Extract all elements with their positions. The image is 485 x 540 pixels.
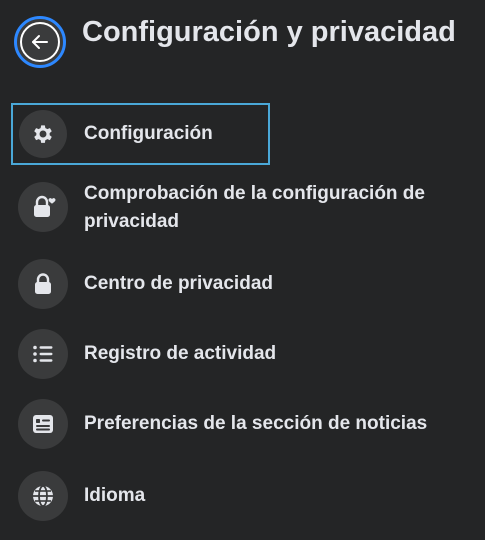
icon-circle: [19, 110, 67, 158]
settings-privacy-panel: Configuración y privacidad Configuración…: [0, 0, 485, 540]
back-button-ring: [20, 22, 60, 62]
menu-item-label: Registro de actividad: [84, 343, 277, 364]
lock-icon: [35, 273, 51, 294]
back-button[interactable]: [14, 16, 66, 68]
menu-item-privacy-checkup[interactable]: Comprobación de la configuración de priv…: [0, 174, 485, 238]
menu-item-news-feed-preferences[interactable]: Preferencias de la sección de noticias: [0, 398, 485, 450]
news-feed-icon: [33, 415, 53, 433]
menu-item-language[interactable]: Idioma: [0, 470, 485, 522]
icon-circle: [18, 471, 68, 521]
icon-circle: [18, 182, 68, 232]
icon-circle: [18, 399, 68, 449]
page-title: Configuración y privacidad: [82, 16, 456, 48]
menu-item-label: Preferencias de la sección de noticias: [84, 413, 428, 434]
menu-item-privacy-center[interactable]: Centro de privacidad: [0, 258, 485, 310]
menu-item-label: Comprobación de la configuración de priv…: [84, 183, 425, 232]
header: Configuración y privacidad: [0, 0, 485, 100]
icon-circle: [18, 259, 68, 309]
menu-item-label: Configuración: [84, 123, 213, 144]
globe-icon: [33, 485, 53, 507]
menu-item-configuracion[interactable]: Configuración: [0, 108, 485, 160]
menu-item-label: Centro de privacidad: [84, 273, 273, 294]
lock-heart-icon: [34, 195, 56, 217]
arrow-left-icon: [32, 35, 48, 49]
gear-icon: [34, 125, 52, 143]
list-icon: [33, 345, 53, 363]
menu-item-label: Idioma: [84, 485, 146, 506]
icon-circle: [18, 329, 68, 379]
menu-item-activity-log[interactable]: Registro de actividad: [0, 328, 485, 380]
